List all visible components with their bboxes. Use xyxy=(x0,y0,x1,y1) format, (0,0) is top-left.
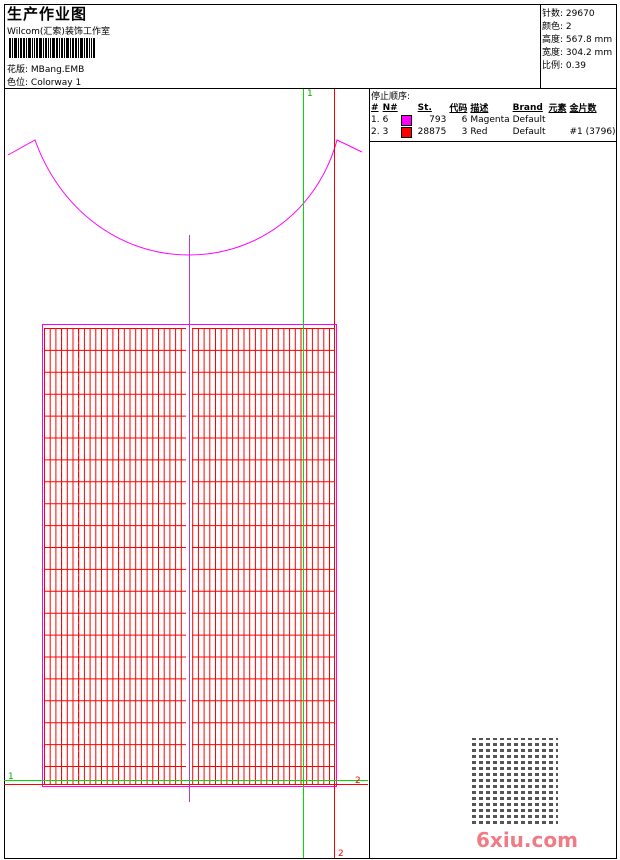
production-worksheet: 生产作业图 Wilcom(汇索)装饰工作室 花版: MBang.EMB 色位: … xyxy=(0,0,620,860)
qr-code xyxy=(472,738,558,824)
marker-right: 2 xyxy=(355,776,361,786)
design-preview: 1 1 2 2 xyxy=(4,89,368,859)
marker-left: 1 xyxy=(8,772,14,782)
neckline-curve xyxy=(7,139,363,256)
marker-bottom: 2 xyxy=(338,849,344,859)
watermark-logo: 6xiu.com xyxy=(476,828,578,852)
marker-top: 1 xyxy=(307,89,313,99)
